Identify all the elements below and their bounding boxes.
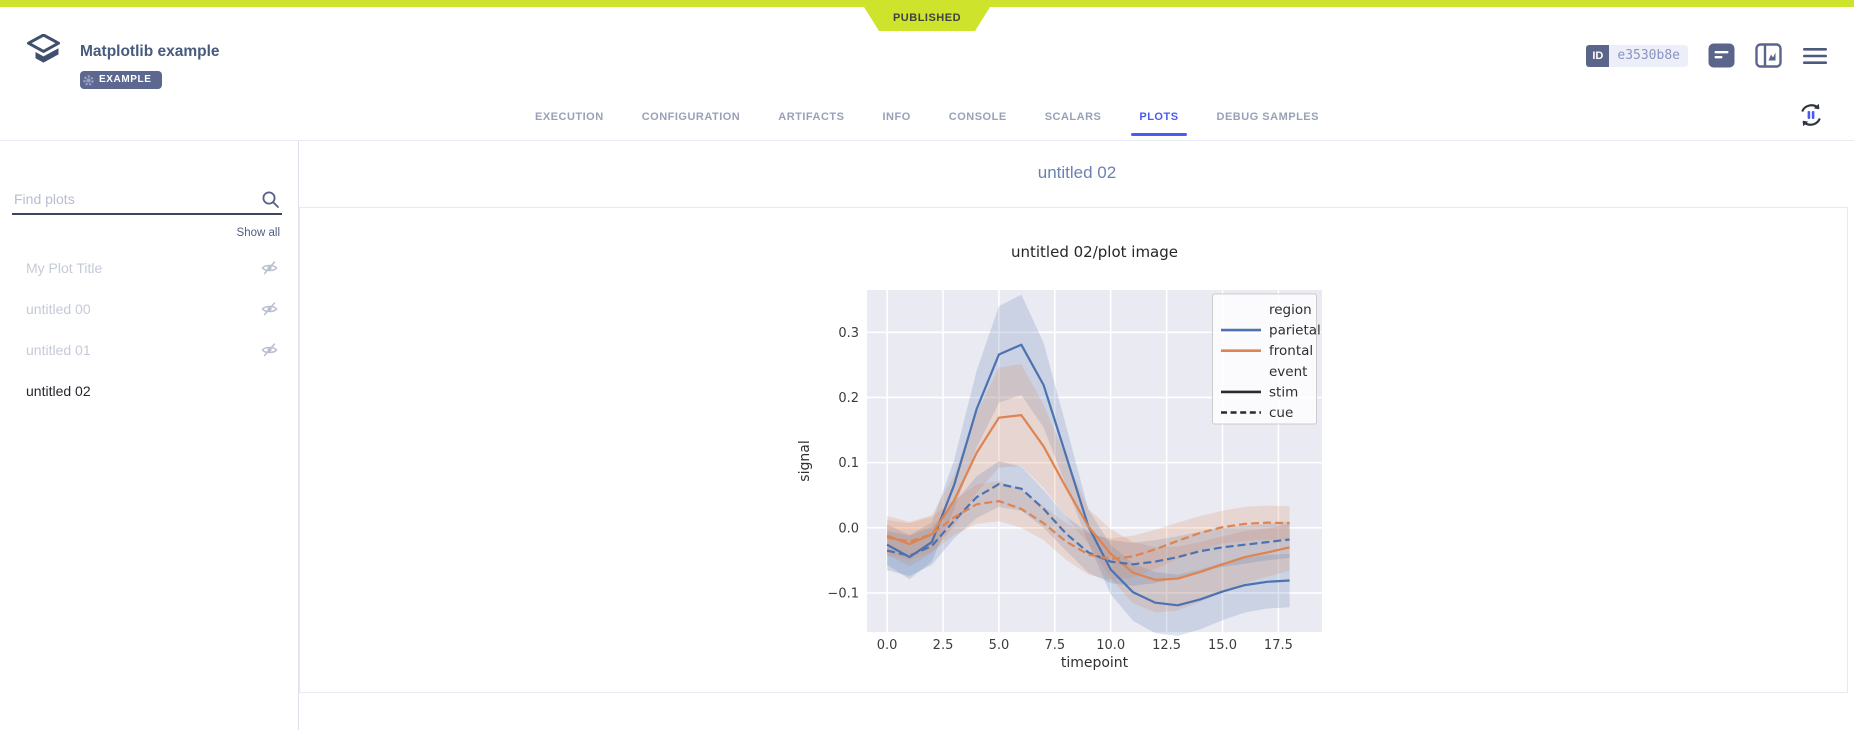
menu-icon[interactable] [1802, 46, 1828, 66]
svg-text:signal: signal [797, 440, 813, 481]
plot-item-label: untitled 02 [26, 383, 278, 399]
plot-list-item[interactable]: untitled 00 [0, 288, 298, 329]
eye-off-icon[interactable] [261, 260, 278, 276]
plot-list-item[interactable]: My Plot Title [0, 247, 298, 288]
svg-text:0.3: 0.3 [838, 326, 859, 341]
plot-list: My Plot Title untitled 00 untitled 01 [0, 247, 298, 411]
search-field [12, 185, 282, 215]
tab-artifacts[interactable]: ARTIFACTS [778, 104, 844, 136]
svg-text:0.0: 0.0 [838, 521, 859, 536]
svg-text:cue: cue [1269, 405, 1293, 421]
svg-text:17.5: 17.5 [1264, 638, 1293, 653]
tab-execution[interactable]: EXECUTION [535, 104, 604, 136]
example-tag: EXAMPLE [80, 71, 162, 89]
svg-text:−0.1: −0.1 [827, 586, 859, 601]
svg-text:5.0: 5.0 [989, 638, 1010, 653]
tab-bar: EXECUTION CONFIGURATION ARTIFACTS INFO C… [0, 104, 1854, 136]
tab-configuration[interactable]: CONFIGURATION [642, 104, 741, 136]
tab-debug-samples[interactable]: DEBUG SAMPLES [1217, 104, 1319, 136]
plot-item-label: My Plot Title [26, 260, 261, 276]
plots-sidebar: Show all My Plot Title untitled 00 untit… [0, 141, 299, 730]
tab-plots[interactable]: PLOTS [1139, 104, 1178, 136]
tab-info[interactable]: INFO [883, 104, 911, 136]
status-bar [0, 0, 1854, 7]
status-badge: PUBLISHED [864, 7, 990, 31]
show-all-link[interactable]: Show all [0, 227, 280, 239]
gear-icon [82, 74, 95, 87]
svg-text:stim: stim [1269, 384, 1298, 400]
details-view-icon[interactable] [1708, 43, 1735, 68]
plot-item-label: untitled 00 [26, 301, 261, 317]
svg-text:10.0: 10.0 [1096, 638, 1125, 653]
page-title: Matplotlib example [80, 43, 220, 61]
experiment-id-chip[interactable]: ID e3530b8e [1586, 45, 1688, 67]
svg-text:12.5: 12.5 [1152, 638, 1181, 653]
eye-off-icon[interactable] [261, 342, 278, 358]
example-tag-label: EXAMPLE [99, 74, 152, 85]
eye-off-icon[interactable] [261, 301, 278, 317]
svg-text:0.1: 0.1 [838, 456, 859, 471]
chart-canvas: −0.1 0.0 0.1 0.2 0.3 0.0 2.5 5.0 7.5 10.0 12.5 15.0… [775, 240, 1335, 680]
header-actions: ID e3530b8e [1586, 43, 1828, 68]
id-label: ID [1586, 45, 1609, 67]
svg-text:2.5: 2.5 [933, 638, 954, 653]
experiment-logo-icon [26, 34, 62, 68]
svg-text:7.5: 7.5 [1044, 638, 1065, 653]
svg-text:frontal: frontal [1269, 343, 1313, 359]
svg-text:timepoint: timepoint [1061, 655, 1129, 671]
plot-list-item-selected[interactable]: untitled 02 [0, 370, 298, 411]
plot-group-title: untitled 02 [300, 163, 1854, 183]
search-icon [261, 190, 280, 209]
plot-figure: untitled 02/plot image −0.10.00.10.20.30… [775, 240, 1335, 680]
svg-text:0.0: 0.0 [877, 638, 898, 653]
svg-text:region: region [1269, 302, 1312, 318]
plot-list-item[interactable]: untitled 01 [0, 329, 298, 370]
panel-toggle-icon[interactable] [1755, 43, 1782, 68]
auto-refresh-icon[interactable] [1796, 100, 1826, 130]
svg-text:15.0: 15.0 [1208, 638, 1237, 653]
id-value: e3530b8e [1609, 45, 1688, 67]
tab-scalars[interactable]: SCALARS [1045, 104, 1102, 136]
plot-item-label: untitled 01 [26, 342, 261, 358]
svg-text:parietal: parietal [1269, 323, 1321, 339]
svg-text:0.2: 0.2 [838, 391, 859, 406]
search-input[interactable] [12, 185, 282, 213]
svg-text:event: event [1269, 364, 1307, 380]
tab-console[interactable]: CONSOLE [949, 104, 1007, 136]
